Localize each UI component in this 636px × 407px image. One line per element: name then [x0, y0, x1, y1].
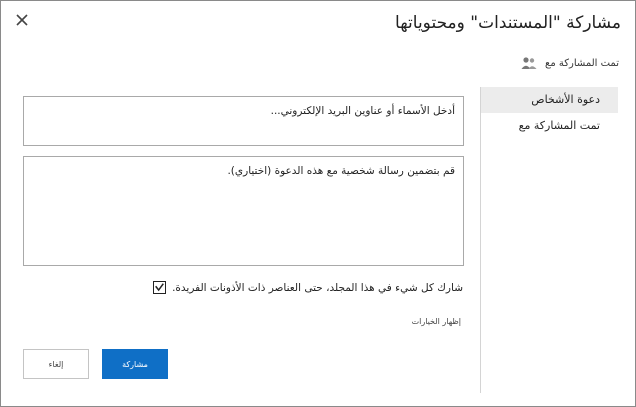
people-icon	[521, 57, 537, 69]
share-all-row: شارك كل شيء في هذا المجلد، حتى العناصر ذ…	[153, 281, 463, 294]
checkmark-icon	[155, 283, 164, 292]
nav-item-shared-with[interactable]: تمت المشاركة مع	[481, 113, 618, 139]
cancel-button[interactable]: إلغاء	[23, 349, 89, 379]
shared-with-label: تمت المشاركة مع	[545, 57, 619, 69]
share-all-checkbox[interactable]	[153, 281, 167, 294]
names-input[interactable]: أدخل الأسماء أو عناوين البريد الإلكتروني…	[23, 96, 464, 146]
message-input[interactable]: قم بتضمين رسالة شخصية مع هذه الدعوة (اخت…	[23, 156, 464, 266]
shared-with-header[interactable]: تمت المشاركة مع	[521, 56, 619, 70]
share-all-label: شارك كل شيء في هذا المجلد، حتى العناصر ذ…	[172, 281, 463, 294]
nav-item-invite-people[interactable]: دعوة الأشخاص	[481, 87, 618, 113]
share-button[interactable]: مشاركة	[102, 349, 168, 379]
dialog-title: مشاركة "المستندات" ومحتوياتها	[395, 13, 621, 33]
side-nav: دعوة الأشخاص تمت المشاركة مع	[481, 87, 618, 139]
show-options-link[interactable]: إظهار الخيارات	[412, 317, 461, 326]
share-dialog: مشاركة "المستندات" ومحتوياتها تمت المشار…	[0, 0, 636, 407]
close-icon[interactable]	[14, 12, 30, 28]
